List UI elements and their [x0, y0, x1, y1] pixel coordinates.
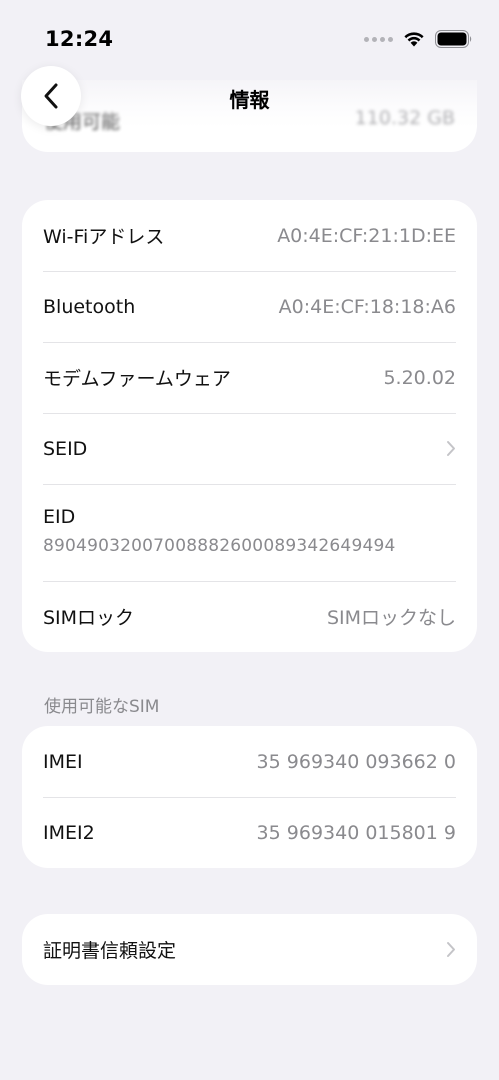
imei-row[interactable]: IMEI 35 969340 093662 0 [22, 726, 477, 797]
imei2-row[interactable]: IMEI2 35 969340 015801 9 [22, 797, 477, 868]
about-screen: 使用可能 110.32 GB 12:24 情報 [0, 0, 499, 1080]
imei-value: 35 969340 093662 0 [256, 750, 456, 773]
page-title: 情報 [229, 88, 270, 112]
sim-lock-label: SIMロック [43, 607, 135, 629]
imei2-value: 35 969340 015801 9 [256, 821, 456, 844]
chevron-right-icon [446, 440, 456, 457]
seid-row[interactable]: SEID [22, 413, 477, 484]
bluetooth-row[interactable]: Bluetooth A0:4E:CF:18:18:A6 [22, 271, 477, 342]
eid-value: 89049032007008882600089342649494 [43, 536, 396, 556]
certificate-card: 証明書信頼設定 [22, 914, 477, 985]
wifi-address-value: A0:4E:CF:21:1D:EE [277, 224, 456, 247]
certificate-trust-settings-row[interactable]: 証明書信頼設定 [22, 914, 477, 985]
status-time: 12:24 [45, 27, 114, 51]
chevron-right-icon [446, 941, 456, 958]
status-bar: 12:24 [0, 0, 499, 64]
status-icons [364, 30, 473, 48]
certificate-trust-settings-label: 証明書信頼設定 [43, 940, 177, 962]
seid-label: SEID [43, 437, 88, 460]
wifi-address-label: Wi-Fiアドレス [43, 226, 165, 248]
bluetooth-label: Bluetooth [43, 295, 136, 318]
eid-label: EID [43, 506, 76, 528]
imei-label: IMEI [43, 750, 83, 773]
sim-info-card: IMEI 35 969340 093662 0 IMEI2 35 969340 … [22, 726, 477, 868]
signal-dots-icon [364, 36, 393, 42]
wifi-icon [404, 32, 424, 47]
modem-firmware-value: 5.20.02 [383, 366, 456, 389]
eid-row[interactable]: EID 89049032007008882600089342649494 [22, 484, 477, 581]
network-info-card: Wi-Fiアドレス A0:4E:CF:21:1D:EE Bluetooth A0… [22, 200, 477, 652]
battery-icon [435, 30, 472, 48]
modem-firmware-row[interactable]: モデムファームウェア 5.20.02 [22, 342, 477, 413]
modem-firmware-label: モデムファームウェア [43, 368, 231, 390]
imei2-label: IMEI2 [43, 821, 95, 844]
sim-lock-value: SIMロックなし [326, 607, 456, 629]
bluetooth-value: A0:4E:CF:18:18:A6 [278, 295, 456, 318]
sim-section-header: 使用可能なSIM [44, 697, 160, 717]
sim-lock-row[interactable]: SIMロック SIMロックなし [22, 581, 477, 652]
wifi-address-row[interactable]: Wi-Fiアドレス A0:4E:CF:21:1D:EE [22, 200, 477, 271]
